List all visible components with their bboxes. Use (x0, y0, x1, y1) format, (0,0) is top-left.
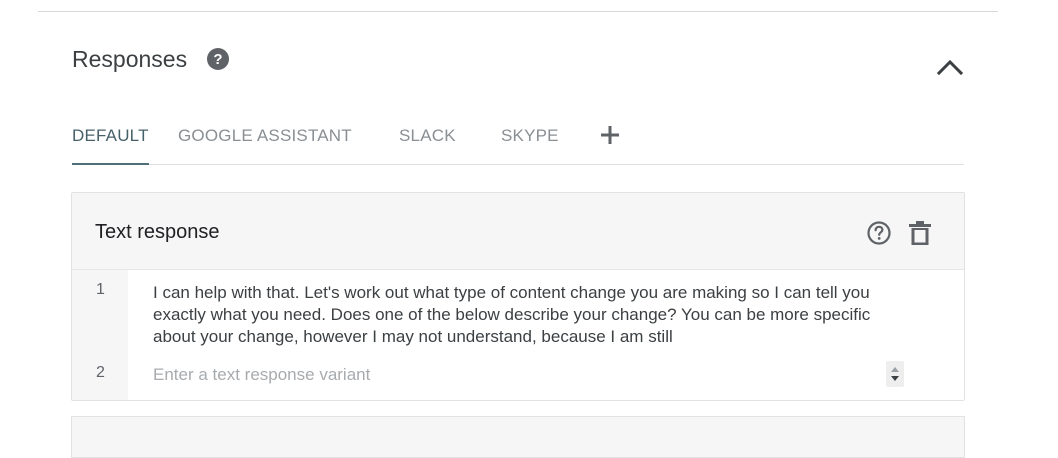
tab-slack[interactable]: SLACK (399, 114, 456, 164)
tab-slack-label: SLACK (399, 126, 456, 145)
tab-default[interactable]: DEFAULT (72, 114, 149, 165)
active-tab-indicator (72, 163, 149, 165)
channel-tabs: DEFAULT GOOGLE ASSISTANT SLACK SKYPE (72, 114, 964, 165)
tab-google-assistant[interactable]: GOOGLE ASSISTANT (178, 114, 352, 164)
line-number: 2 (96, 364, 105, 381)
response-variant-input[interactable] (153, 363, 883, 387)
card-title: Text response (95, 221, 220, 243)
tab-skype[interactable]: SKYPE (501, 114, 559, 164)
response-text-field[interactable]: I can help with that. Let's work out wha… (153, 282, 913, 348)
text-response-card: Text response 1 2 I can help with that. … (71, 192, 965, 401)
section-title: Responses (72, 46, 188, 72)
tab-google-assistant-label: GOOGLE ASSISTANT (178, 126, 352, 145)
question-circle-filled-icon[interactable]: ? (206, 47, 230, 71)
stepper-arrows-icon[interactable] (886, 361, 904, 387)
question-circle-outline-icon[interactable] (866, 220, 892, 246)
card-header: Text response (72, 193, 964, 270)
tab-skype-label: SKYPE (501, 126, 559, 145)
chevron-up-icon[interactable] (934, 51, 966, 83)
tab-default-label: DEFAULT (72, 126, 149, 145)
line-number: 1 (96, 281, 105, 298)
next-response-card (71, 416, 965, 458)
trash-icon[interactable] (908, 219, 932, 247)
plus-icon[interactable] (597, 122, 623, 148)
svg-text:?: ? (213, 51, 222, 68)
divider (38, 11, 998, 12)
